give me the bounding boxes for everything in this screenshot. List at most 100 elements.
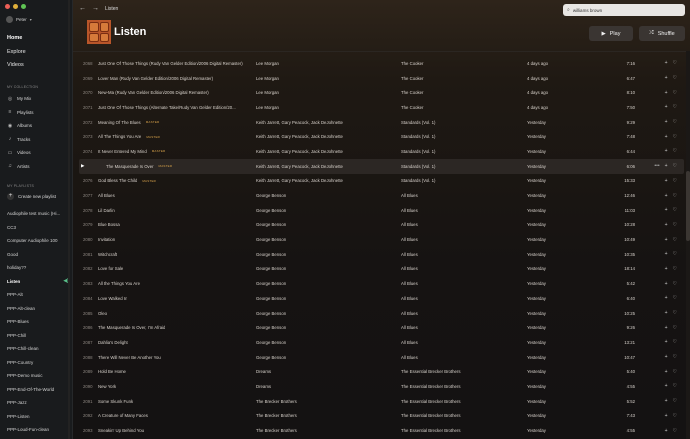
track-album[interactable]: All Blues (401, 222, 521, 227)
track-album[interactable]: Standards (Vol. 1) (401, 149, 521, 154)
table-row[interactable]: 2069 Lover Man (Rudy Van Gelder Edition/… (79, 71, 684, 86)
track-title[interactable]: All The Things You Are (98, 134, 141, 139)
table-row[interactable]: 2091 Some Skunk Funk The Brecker Brother… (79, 394, 684, 409)
track-title[interactable]: New-Ma (Rudy Van Gelder Edition/2006 Dig… (98, 90, 209, 95)
track-album[interactable]: All Blues (401, 208, 521, 213)
heart-icon[interactable]: ♡ (673, 75, 677, 81)
add-icon[interactable]: + (665, 104, 668, 110)
table-row[interactable]: 2086 The Masquerade Is Over, I'm Afraid … (79, 320, 684, 335)
user-menu[interactable]: Peter ▾ (6, 16, 32, 23)
table-row[interactable]: 2084 Love Walked In George Benson All Bl… (79, 291, 684, 306)
track-title[interactable]: A Creature of Many Faces (98, 413, 148, 418)
track-title[interactable]: Meaning Of The Blues (98, 120, 141, 125)
add-icon[interactable]: + (665, 237, 668, 243)
table-row[interactable]: 2078 Lil Darlin George Benson All Blues … (79, 203, 684, 218)
add-icon[interactable]: + (665, 428, 668, 434)
track-artist[interactable]: George Benson (256, 193, 396, 198)
add-icon[interactable]: + (665, 310, 668, 316)
collection-item-artists[interactable]: ♫ Artists (7, 160, 34, 174)
add-icon[interactable]: + (665, 398, 668, 404)
playlist-item[interactable]: PPP-Loud-Fun-clean (7, 423, 69, 437)
playlist-item[interactable]: PPP-Alt-clean (7, 302, 69, 316)
table-row[interactable]: 2081 Witchcraft George Benson All Blues … (79, 247, 684, 262)
add-icon[interactable]: + (665, 163, 668, 169)
track-album[interactable]: All Blues (401, 355, 521, 360)
track-artist[interactable]: Keith Jarrett, Gary Peacock, Jack DeJohn… (256, 149, 396, 154)
track-album[interactable]: All Blues (401, 296, 521, 301)
playlist-item[interactable]: Good (7, 248, 69, 262)
add-icon[interactable]: + (665, 281, 668, 287)
play-icon[interactable]: ▶ (81, 163, 84, 169)
heart-icon[interactable]: ♡ (673, 428, 677, 434)
track-artist[interactable]: Keith Jarrett, Gary Peacock, Jack DeJohn… (256, 178, 396, 183)
track-title[interactable]: All Blues (98, 193, 115, 198)
add-icon[interactable]: + (665, 413, 668, 419)
table-row[interactable]: 2077 All Blues George Benson All Blues Y… (79, 188, 684, 203)
track-title[interactable]: Love Walked In (98, 296, 127, 301)
track-title[interactable]: There Will Never Be Another You (98, 355, 161, 360)
add-icon[interactable]: + (665, 222, 668, 228)
track-artist[interactable]: The Brecker Brothers (256, 413, 396, 418)
track-album[interactable]: All Blues (401, 266, 521, 271)
add-icon[interactable]: + (665, 134, 668, 140)
table-row[interactable]: 2088 There Will Never Be Another You Geo… (79, 350, 684, 365)
playlist-item[interactable]: PPP-Chill (7, 329, 69, 343)
playlist-item[interactable]: holiday?? (7, 261, 69, 275)
track-album[interactable]: Standards (Vol. 1) (401, 134, 521, 139)
table-row[interactable]: 2089 Hold Be Home Dreams The Essential B… (79, 364, 684, 379)
heart-icon[interactable]: ♡ (673, 295, 677, 301)
add-icon[interactable]: + (665, 193, 668, 199)
track-album[interactable]: The Essential Brecker Brothers (401, 399, 521, 404)
track-album[interactable]: All Blues (401, 252, 521, 257)
heart-icon[interactable]: ♡ (673, 339, 677, 345)
add-icon[interactable]: + (665, 369, 668, 375)
track-album[interactable]: The Cooker (401, 105, 521, 110)
heart-icon[interactable]: ♡ (673, 178, 677, 184)
track-artist[interactable]: George Benson (256, 311, 396, 316)
table-row-selected[interactable]: ▶ The Masquerade Is Over MASTER Keith Ja… (79, 158, 684, 174)
track-title[interactable]: All the Things You Are (98, 281, 140, 286)
track-list-scrollbar[interactable] (686, 51, 690, 439)
heart-icon[interactable]: ♡ (673, 237, 677, 243)
add-icon[interactable]: + (665, 266, 668, 272)
heart-icon[interactable]: ♡ (673, 207, 677, 213)
scrollbar-thumb[interactable] (686, 171, 690, 241)
track-title[interactable]: Blue Bossa (98, 222, 120, 227)
heart-icon[interactable]: ♡ (673, 310, 677, 316)
track-album[interactable]: Standards (Vol. 1) (401, 120, 521, 125)
playlist-item[interactable]: PPP-End-Of-The-World (7, 383, 69, 397)
track-album[interactable]: The Essential Brecker Brothers (401, 384, 521, 389)
back-arrow-icon[interactable]: ← (79, 5, 86, 12)
track-artist[interactable]: Dreams (256, 369, 396, 374)
track-album[interactable]: The Cooker (401, 90, 521, 95)
table-row[interactable]: 2093 Sneakin' Up Behind You The Brecker … (79, 423, 684, 438)
sidebar-scrollbar[interactable] (68, 0, 70, 439)
add-icon[interactable]: + (665, 207, 668, 213)
track-artist[interactable]: Keith Jarrett, Gary Peacock, Jack DeJohn… (256, 134, 396, 139)
table-row[interactable]: 2072 Meaning Of The Blues MASTER Keith J… (79, 115, 684, 130)
table-row[interactable]: 2076 God Bless The Child MASTER Keith Ja… (79, 174, 684, 189)
heart-icon[interactable]: ♡ (673, 163, 677, 169)
track-album[interactable]: All Blues (401, 325, 521, 330)
heart-icon[interactable]: ♡ (673, 148, 677, 154)
add-icon[interactable]: + (665, 339, 668, 345)
playlist-item[interactable]: PPP-Jazz (7, 396, 69, 410)
heart-icon[interactable]: ♡ (673, 104, 677, 110)
track-artist[interactable]: George Benson (256, 296, 396, 301)
table-row[interactable]: 2071 Just One Of Those Things (Alternate… (79, 100, 684, 115)
track-artist[interactable]: George Benson (256, 340, 396, 345)
track-title[interactable]: The Masquerade Is Over, I'm Afraid (98, 325, 165, 330)
track-title[interactable]: Some Skunk Funk (98, 399, 133, 404)
add-icon[interactable]: + (665, 119, 668, 125)
shuffle-button[interactable]: ⤮ Shuffle (639, 26, 685, 41)
add-icon[interactable]: + (665, 251, 668, 257)
playlist-item[interactable]: Computer Audiophile 100 (7, 234, 69, 248)
collection-item-playlists[interactable]: ≡ Playlists (7, 106, 34, 120)
playlist-item-current[interactable]: Listen ◀) (7, 275, 69, 289)
track-artist[interactable]: Lee Morgan (256, 105, 396, 110)
add-icon[interactable]: + (665, 354, 668, 360)
nav-explore[interactable]: Explore (7, 49, 26, 63)
track-title[interactable]: It Never Entered My Mind (98, 149, 147, 154)
create-playlist-button[interactable]: + Create new playlist (7, 193, 56, 200)
track-artist[interactable]: Dreams (256, 384, 396, 389)
